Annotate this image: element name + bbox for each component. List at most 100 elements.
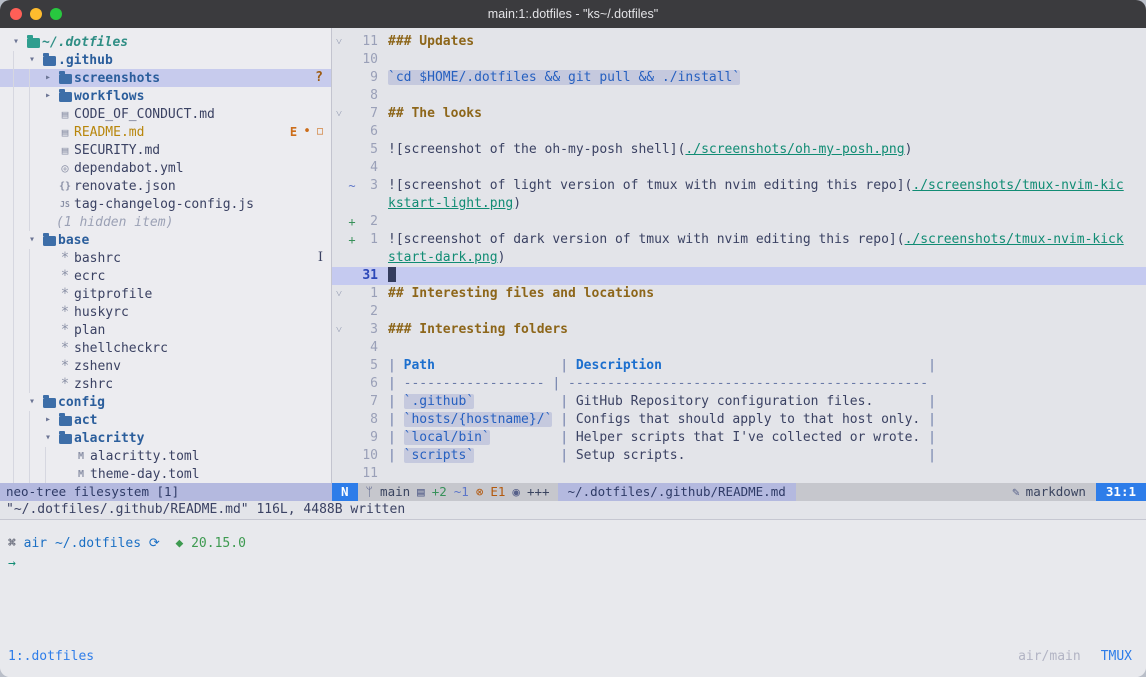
chevron-right-icon[interactable]: ▸ (40, 87, 56, 105)
fold-column (332, 87, 346, 105)
line-number: 3 (358, 177, 388, 195)
editor-line[interactable]: 6 (332, 123, 1146, 141)
editor-line[interactable]: ~3![screenshot of light version of tmux … (332, 177, 1146, 195)
text-segment: ![screenshot of light version of tmux wi… (388, 178, 912, 193)
tree-item-alacritty[interactable]: ▾alacritty (0, 429, 331, 447)
tree-item-workflows[interactable]: ▸workflows (0, 87, 331, 105)
tree-item-label: tag-changelog-config.js (74, 197, 254, 212)
editor-line[interactable]: 9| `local/bin` | Helper scripts that I'v… (332, 429, 1146, 447)
indent-guide (24, 105, 40, 123)
line-number: 6 (358, 375, 388, 393)
text-segment: | (928, 394, 936, 409)
tree-item-gitprofile[interactable]: *gitprofile (0, 285, 331, 303)
minimize-button[interactable] (30, 8, 42, 20)
chevron-down-icon[interactable]: ▾ (24, 51, 40, 69)
tree-item-base[interactable]: ▾base (0, 231, 331, 249)
editor-line[interactable]: +1![screenshot of dark version of tmux w… (332, 231, 1146, 249)
tree-item-dependabot-yml[interactable]: ◎dependabot.yml (0, 159, 331, 177)
git-untracked-badge: ? (315, 69, 323, 87)
tree-item-act[interactable]: ▸ act (0, 411, 331, 429)
editor-line[interactable]: 8| `hosts/{hostname}/` | Configs that sh… (332, 411, 1146, 429)
tree-item-tag-changelog-config-js[interactable]: JStag-changelog-config.js (0, 195, 331, 213)
tree-item-alacritty-toml[interactable]: Malacritty.toml (0, 447, 331, 465)
tree-item-label: act (74, 413, 97, 428)
line-text: ![screenshot of dark version of tmux wit… (388, 231, 1146, 249)
editor-line[interactable]: 10 (332, 51, 1146, 69)
editor-line[interactable]: ˅1## Interesting files and locations (332, 285, 1146, 303)
indent-guide (8, 375, 24, 393)
fold-open-icon[interactable]: ˅ (332, 321, 346, 339)
editor-line[interactable]: 31 (332, 267, 1146, 285)
tree-item-dotfiles[interactable]: ▾~/.dotfiles (0, 33, 331, 51)
tree-item-zshrc[interactable]: *zshrc (0, 375, 331, 393)
tree-item-bashrc[interactable]: *bashrcI (0, 249, 331, 267)
editor-line[interactable]: 2 (332, 303, 1146, 321)
mode-indicator: N (332, 483, 358, 501)
tree-item-renovate-json[interactable]: {}renovate.json (0, 177, 331, 195)
tree-item-huskyrc[interactable]: *huskyrc (0, 303, 331, 321)
tree-item-screenshots[interactable]: ▸screenshots? (0, 69, 331, 87)
line-text: | `.github` | GitHub Repository configur… (388, 393, 1146, 411)
indent-guide (8, 267, 24, 285)
tree-item-1-hidden-item[interactable]: (1 hidden item) (0, 213, 331, 231)
tmux-right-status: air/main TMUX (1018, 648, 1132, 666)
indent-guide (8, 123, 24, 141)
editor-line[interactable]: ˅3### Interesting folders (332, 321, 1146, 339)
text-segment: | (388, 412, 404, 427)
shell-prompt: ⌘ air ~/.dotfiles ⟳ ◆ 20.15.0 (8, 534, 1146, 554)
chevron-down-icon[interactable]: ▾ (24, 393, 40, 411)
editor-line[interactable]: 6| ------------------ | ----------------… (332, 375, 1146, 393)
terminal-window: main:1:.dotfiles - "ks~/.dotfiles" ▾~/.d… (0, 0, 1146, 677)
indent-guide (24, 87, 40, 105)
chevron-down-icon[interactable]: ▾ (40, 429, 56, 447)
text-segment (435, 358, 560, 373)
chevron-right-icon[interactable]: ▸ (40, 411, 56, 429)
chevron-down-icon[interactable]: ▾ (8, 33, 24, 51)
folder-icon (56, 91, 74, 102)
editor-line[interactable]: ˅7## The looks (332, 105, 1146, 123)
indent-guide (40, 447, 56, 465)
doc-icon: ▤ (56, 144, 74, 157)
tree-item-label: zshrc (74, 377, 113, 392)
line-number: 1 (358, 231, 388, 249)
tree-item-github[interactable]: ▾.github (0, 51, 331, 69)
tree-item-readme-md[interactable]: ▤README.mdE•□ (0, 123, 331, 141)
editor-line[interactable]: 9`cd $HOME/.dotfiles && git pull && ./in… (332, 69, 1146, 87)
line-number: 10 (358, 51, 388, 69)
fold-open-icon[interactable]: ˅ (332, 105, 346, 123)
indent-guide (24, 141, 40, 159)
tree-item-plan[interactable]: *plan (0, 321, 331, 339)
editor-line[interactable]: 11 (332, 465, 1146, 483)
line-number: 6 (358, 123, 388, 141)
editor-line[interactable]: 7| `.github` | GitHub Repository configu… (332, 393, 1146, 411)
tree-item-code-of-conduct-md[interactable]: ▤CODE_OF_CONDUCT.md (0, 105, 331, 123)
editor-line[interactable]: 5| Path | Description | (332, 357, 1146, 375)
chevron-down-icon[interactable]: ▾ (24, 231, 40, 249)
tree-item-security-md[interactable]: ▤SECURITY.md (0, 141, 331, 159)
editor-line[interactable]: start-dark.png) (332, 249, 1146, 267)
shell-pane[interactable]: ⌘ air ~/.dotfiles ⟳ ◆ 20.15.0 → (0, 519, 1146, 645)
zoom-button[interactable] (50, 8, 62, 20)
tree-item-shellcheckrc[interactable]: *shellcheckrc (0, 339, 331, 357)
editor-line[interactable]: 4 (332, 159, 1146, 177)
editor-line[interactable]: 10| `scripts` | Setup scripts. | (332, 447, 1146, 465)
editor-line[interactable]: 4 (332, 339, 1146, 357)
tree-item-ecrc[interactable]: *ecrc (0, 267, 331, 285)
text-segment: Configs that should apply to that host o… (576, 412, 920, 427)
sign-column (346, 123, 358, 141)
editor-line[interactable]: kstart-light.png) (332, 195, 1146, 213)
tree-item-config[interactable]: ▾config (0, 393, 331, 411)
editor-line[interactable]: +2 (332, 213, 1146, 231)
tree-item-theme-day-toml[interactable]: Mtheme-day.toml (0, 465, 331, 483)
chevron-right-icon[interactable]: ▸ (40, 69, 56, 87)
fold-open-icon[interactable]: ˅ (332, 285, 346, 303)
tree-item-zshenv[interactable]: *zshenv (0, 357, 331, 375)
editor-line[interactable]: 5![screenshot of the oh-my-posh shell](.… (332, 141, 1146, 159)
editor-line[interactable]: ˅11### Updates (332, 33, 1146, 51)
fold-open-icon[interactable]: ˅ (332, 33, 346, 51)
close-button[interactable] (10, 8, 22, 20)
tmux-window-label[interactable]: 1:.dotfiles (8, 648, 94, 666)
fold-column (332, 195, 346, 213)
editor-line[interactable]: 8 (332, 87, 1146, 105)
line-text (388, 465, 1146, 483)
